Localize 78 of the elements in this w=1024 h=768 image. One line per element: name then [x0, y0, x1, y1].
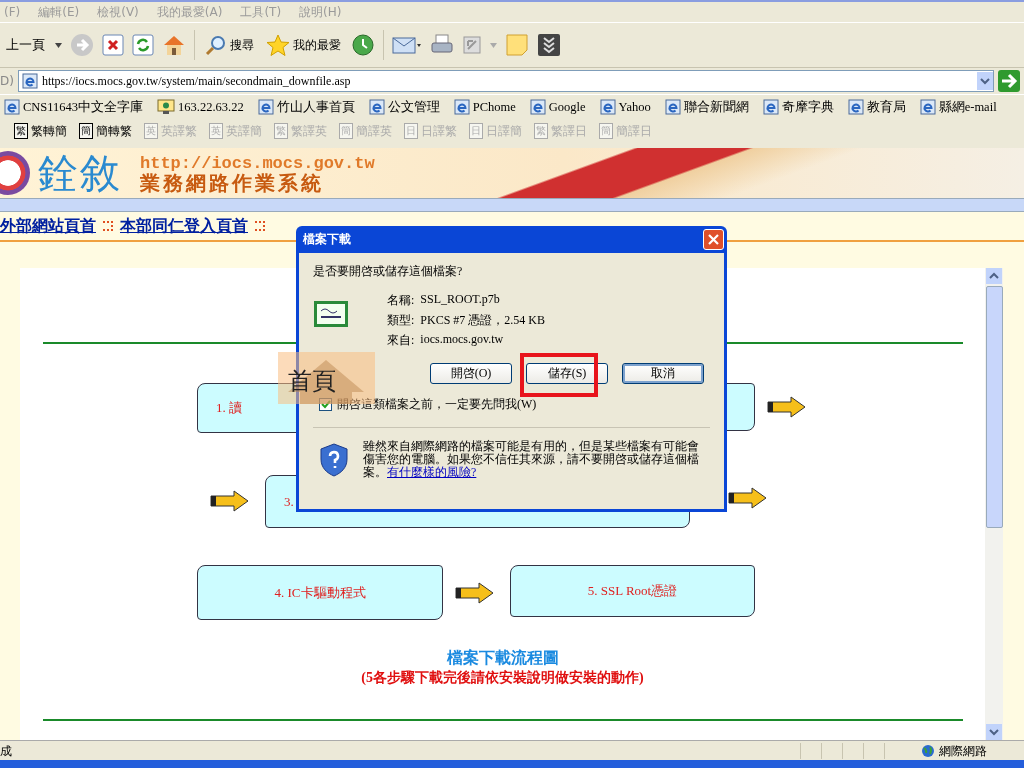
page-icon	[4, 99, 20, 115]
search-icon	[205, 34, 227, 56]
scrollbar[interactable]	[985, 268, 1003, 740]
history-icon[interactable]	[351, 33, 375, 57]
bookmark-link[interactable]: 163.22.63.22	[157, 99, 244, 115]
bookmark-link[interactable]: 奇摩字典	[762, 98, 834, 116]
dialog-title: 檔案下載	[303, 231, 351, 248]
search-button[interactable]: 搜尋	[203, 34, 256, 56]
go-arrow-icon[interactable]	[998, 70, 1020, 92]
arrow-icon	[210, 490, 250, 512]
address-label: D)	[0, 74, 14, 88]
page-icon	[762, 99, 779, 115]
dropdown-caret-icon[interactable]	[55, 42, 62, 48]
page-icon	[599, 99, 616, 115]
field-value: SSL_ROOT.p7b	[420, 292, 500, 308]
zone-label: 網際網路	[939, 742, 987, 760]
checkbox[interactable]	[319, 398, 332, 411]
field-label: 類型:	[387, 312, 415, 329]
dots-icon	[254, 220, 266, 232]
field-label: 名稱:	[387, 292, 415, 309]
stop-icon[interactable]	[102, 34, 124, 56]
dialog-question: 是否要開啓或儲存這個檔案?	[313, 263, 464, 280]
bookmark-link[interactable]: 教育局	[847, 98, 906, 116]
bookmark-link[interactable]: 縣網e-mail	[919, 98, 997, 116]
page-icon	[21, 73, 38, 89]
scroll-banner[interactable]: 5. SSL Root憑證	[510, 565, 755, 617]
site-title: 業務網路作業系統	[140, 172, 325, 193]
arrow-icon	[455, 582, 495, 604]
shield-question-icon	[319, 442, 349, 477]
close-button[interactable]	[703, 229, 724, 250]
page-icon	[847, 99, 864, 115]
bookmark-link[interactable]: 竹山人事首頁	[257, 98, 355, 116]
arrow-icon	[767, 396, 807, 418]
dialog-button[interactable]: 開啓(O)	[430, 363, 512, 384]
dialog-button[interactable]: 儲存(S)	[526, 363, 608, 384]
arrow-icon	[728, 487, 768, 509]
nav-link[interactable]: 外部網站頁首	[0, 215, 96, 237]
scroll-banner[interactable]: 4. IC卡驅動程式	[197, 565, 443, 620]
page-icon	[257, 99, 274, 115]
bookmark-link[interactable]: CNS11643中文全字庫	[4, 98, 144, 116]
page-icon	[368, 99, 385, 115]
warning-text: 雖然來自網際網路的檔案可能是有用的，但是某些檔案有可能會傷害您的電腦。如果您不信任其來源，請不要開啓或儲存這個檔案。有什麼樣的風險?	[363, 440, 700, 480]
certificate-icon	[313, 300, 349, 328]
chevrons-icon[interactable]	[537, 33, 561, 57]
page-icon	[664, 99, 681, 115]
logo-text: 銓敘	[38, 153, 122, 193]
chart-title: 檔案下載流程圖	[446, 648, 559, 668]
nav-link[interactable]: 本部同仁登入頁首	[120, 215, 248, 237]
translate-button[interactable]: 繁 繁轉簡	[14, 122, 67, 140]
address-field[interactable]: https://iocs.mocs.gov.tw/system/main/secondmain_downfile.asp	[17, 70, 994, 92]
bookmark-link[interactable]: 聯合新聞網	[664, 98, 749, 116]
home-badge-label: 首頁	[287, 367, 336, 395]
page-icon	[529, 99, 546, 115]
translate-button[interactable]: 簡 簡轉繁	[79, 122, 132, 140]
site-url: http://iocs.mocs.gov.tw	[140, 153, 375, 173]
favorites-button[interactable]: 我的最愛	[264, 34, 343, 56]
dots-icon	[102, 220, 114, 232]
monitor-icon	[157, 99, 176, 115]
dialog-button[interactable]: 取消	[622, 363, 704, 384]
star-icon	[266, 34, 290, 56]
field-value: iocs.mocs.gov.tw	[420, 332, 504, 348]
bookmark-link[interactable]: Yahoo	[599, 99, 651, 115]
bookmark-link[interactable]: 公文管理	[368, 98, 440, 116]
back-button[interactable]: 上一頁	[4, 36, 47, 54]
chart-note: (5各步驟下載完後請依安裝說明做安裝的動作)	[361, 669, 644, 687]
window-icon[interactable]	[462, 35, 482, 55]
bookmark-link[interactable]: PChome	[453, 99, 516, 115]
field-value: PKCS #7 憑證，2.54 KB	[420, 312, 546, 329]
field-label: 來自:	[387, 332, 415, 349]
close-icon	[708, 234, 719, 245]
globe-icon	[921, 744, 935, 758]
home-icon[interactable]	[162, 33, 186, 57]
status-text: 成	[0, 742, 13, 760]
bookmark-link[interactable]: Google	[529, 99, 586, 115]
page-icon	[453, 99, 470, 115]
risk-link[interactable]: 有什麼樣的風險?	[387, 465, 477, 480]
refresh-icon[interactable]	[132, 34, 154, 56]
page-icon	[919, 99, 936, 115]
